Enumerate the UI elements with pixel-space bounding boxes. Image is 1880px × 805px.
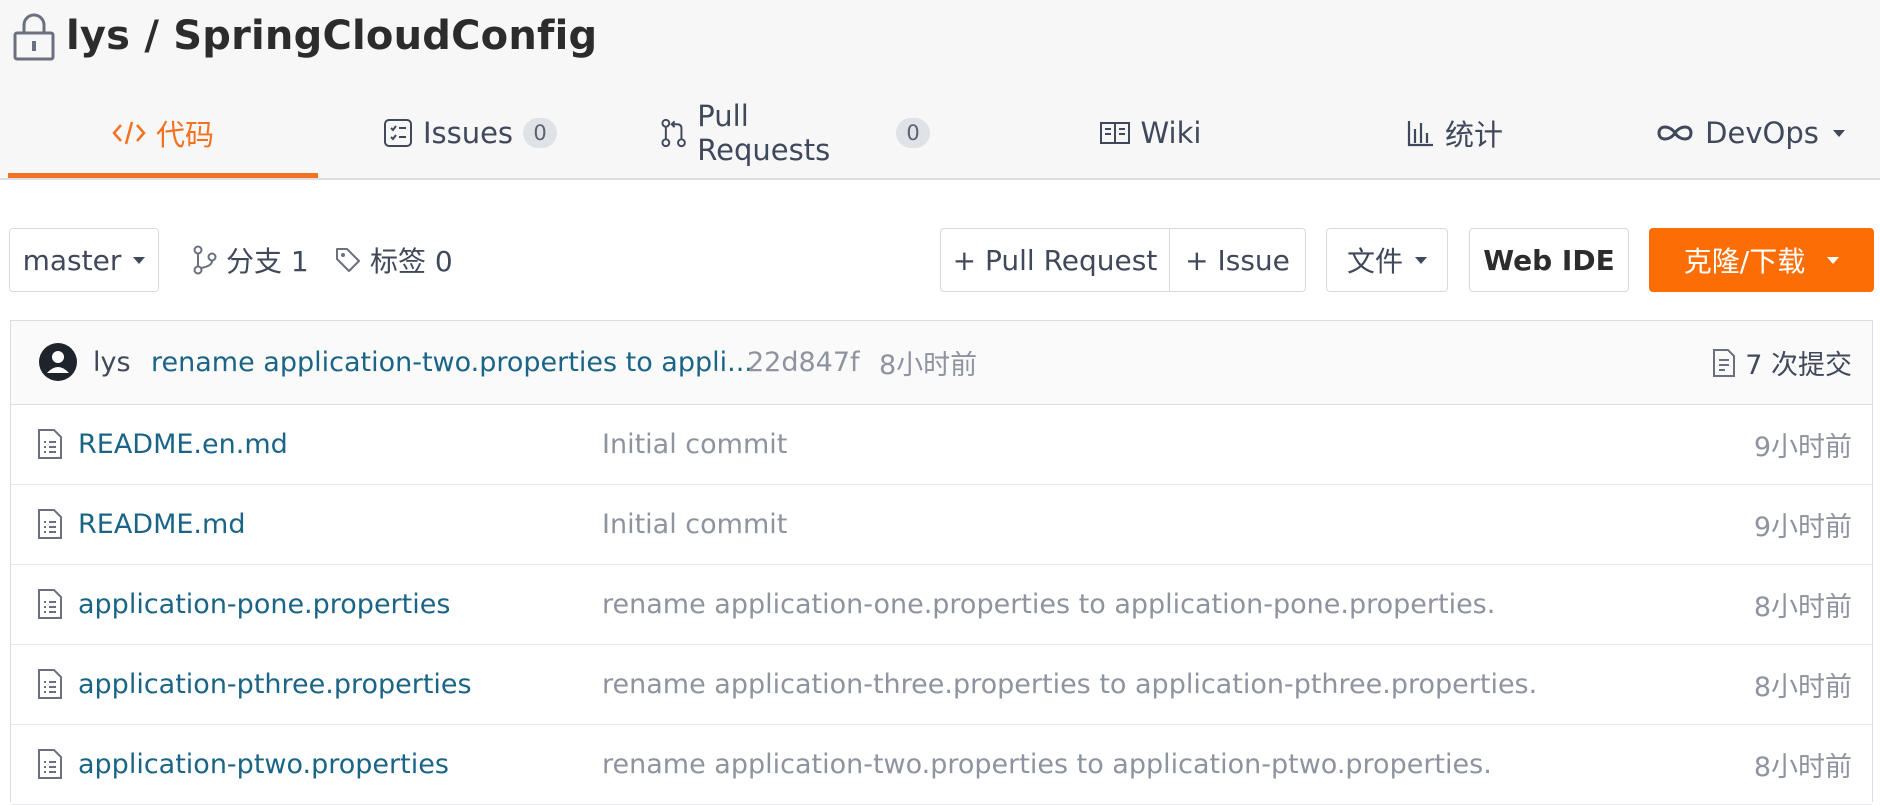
file-row[interactable]: README.md Initial commit 9小时前	[11, 485, 1872, 565]
repo-header: lys / SpringCloudConfig 代码 Issues 0 Pull…	[0, 0, 1880, 180]
file-name[interactable]: application-pthree.properties	[78, 645, 472, 724]
chevron-down-icon	[1415, 256, 1427, 264]
stats-icon	[1407, 121, 1433, 147]
file-list: lys rename application-two.properties to…	[10, 320, 1873, 805]
tab-label: Pull Requests	[697, 99, 831, 167]
tab-label: DevOps	[1705, 116, 1819, 150]
code-icon	[112, 121, 146, 145]
file-icon	[38, 589, 62, 619]
file-icon	[38, 669, 62, 699]
branch-select-value: master	[22, 243, 122, 277]
tab-label: 代码	[155, 118, 214, 152]
new-pull-request-label: + Pull Request	[952, 243, 1158, 277]
file-icon	[38, 509, 62, 539]
file-time: 9小时前	[1753, 512, 1852, 543]
tab-code[interactable]: 代码	[8, 90, 318, 178]
file-commit-message[interactable]: rename application-one.properties to app…	[602, 565, 1495, 644]
file-commit-message[interactable]: Initial commit	[602, 405, 787, 484]
avatar[interactable]	[39, 343, 77, 381]
tab-stats[interactable]: 统计	[1370, 90, 1540, 176]
chevron-down-icon	[1827, 256, 1840, 264]
file-time: 8小时前	[1753, 592, 1852, 623]
lock-icon	[13, 13, 55, 61]
commit-author[interactable]: lys	[93, 321, 131, 404]
wiki-icon	[1099, 122, 1130, 144]
clone-download-label: 克隆/下载	[1683, 245, 1806, 278]
new-issue-label: + Issue	[1185, 243, 1290, 277]
pull-request-icon	[661, 118, 686, 148]
tab-label: 统计	[1444, 118, 1503, 152]
file-icon	[38, 429, 62, 459]
latest-commit-bar: lys rename application-two.properties to…	[11, 321, 1872, 405]
file-row[interactable]: application-ptwo.properties rename appli…	[11, 725, 1872, 805]
file-time: 8小时前	[1753, 672, 1852, 703]
tab-issues[interactable]: Issues 0	[370, 90, 570, 176]
file-time: 9小时前	[1753, 432, 1852, 463]
repo-full-name[interactable]: lys / SpringCloudConfig	[66, 13, 597, 59]
tab-label: Issues	[422, 116, 514, 150]
issues-icon	[383, 119, 412, 147]
web-ide-button[interactable]: Web IDE	[1469, 228, 1629, 292]
commit-history-icon	[1713, 348, 1736, 377]
file-commit-message[interactable]: rename application-three.properties to a…	[602, 645, 1537, 724]
tags-link[interactable]: 标签 0	[334, 228, 453, 292]
file-name[interactable]: README.md	[78, 485, 245, 564]
commit-message[interactable]: rename application-two.properties to app…	[151, 321, 753, 404]
file-menu-button[interactable]: 文件	[1326, 228, 1448, 292]
commits-count-link[interactable]: 7 次提交	[1711, 321, 1852, 404]
file-name[interactable]: application-pone.properties	[78, 565, 450, 644]
commit-hash[interactable]: 22d847f	[747, 321, 860, 404]
repo-toolbar: master 分支 1 标签 0 + Pull Request + Issue …	[0, 228, 1880, 296]
file-time: 8小时前	[1753, 752, 1852, 783]
file-name[interactable]: README.en.md	[78, 405, 288, 484]
web-ide-label: Web IDE	[1483, 243, 1615, 277]
tab-wiki[interactable]: Wiki	[1060, 90, 1240, 176]
branch-icon	[193, 245, 217, 275]
branches-link[interactable]: 分支 1	[192, 228, 309, 292]
file-row[interactable]: README.en.md Initial commit 9小时前	[11, 405, 1872, 485]
file-commit-message[interactable]: rename application-two.properties to app…	[602, 725, 1492, 804]
file-icon	[38, 749, 62, 779]
commits-count: 7 次提交	[1745, 350, 1852, 381]
branch-select[interactable]: master	[9, 228, 159, 292]
file-row[interactable]: application-pone.properties rename appli…	[11, 565, 1872, 645]
file-row[interactable]: application-pthree.properties rename app…	[11, 645, 1872, 725]
repo-tabs: 代码 Issues 0 Pull Requests 0 Wiki 统计 DevO…	[0, 90, 1880, 178]
clone-download-button[interactable]: 克隆/下载	[1649, 228, 1874, 292]
tab-pull-requests[interactable]: Pull Requests 0	[660, 90, 930, 176]
infinity-icon	[1657, 125, 1693, 141]
pr-count-badge: 0	[896, 118, 930, 148]
tab-devops[interactable]: DevOps	[1640, 90, 1860, 176]
file-commit-message[interactable]: Initial commit	[602, 485, 787, 564]
tag-icon	[336, 248, 360, 272]
file-name[interactable]: application-ptwo.properties	[78, 725, 449, 804]
commit-time: 8小时前	[879, 350, 978, 381]
chevron-down-icon	[1832, 129, 1845, 137]
new-issue-button[interactable]: + Issue	[1170, 228, 1306, 292]
branches-count: 分支 1	[226, 245, 309, 278]
repo-title: lys / SpringCloudConfig	[12, 8, 597, 64]
chevron-down-icon	[133, 256, 146, 264]
new-pull-request-button[interactable]: + Pull Request	[940, 228, 1170, 292]
issues-count-badge: 0	[523, 118, 558, 148]
file-menu-label: 文件	[1346, 245, 1403, 278]
user-icon	[47, 351, 69, 373]
tab-label: Wiki	[1140, 116, 1202, 150]
tags-count: 标签 0	[370, 245, 453, 278]
